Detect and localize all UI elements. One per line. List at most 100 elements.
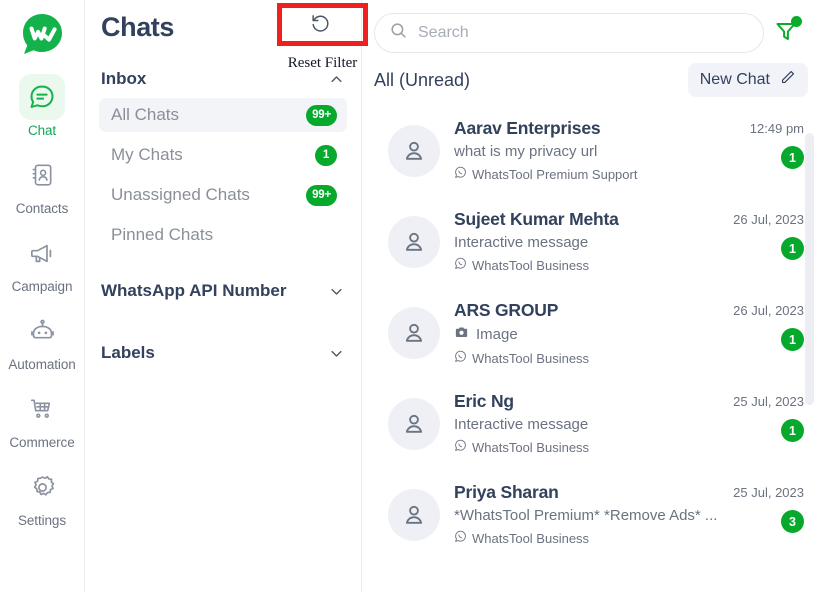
inbox-item-pinned-chats[interactable]: Pinned Chats <box>99 218 347 252</box>
inbox-item-badge: 99+ <box>306 184 337 206</box>
section-title-labels: Labels <box>101 343 155 362</box>
chat-channel-name: WhatsTool Business <box>472 257 590 273</box>
chat-item-body: Sujeet Kumar Mehta Interactive message W… <box>454 206 726 273</box>
inbox-item-my-chats[interactable]: My Chats 1 <box>99 138 347 172</box>
chat-item-body: Eric Ng Interactive message WhatsTool Bu… <box>454 388 726 455</box>
chat-channel-row: WhatsTool Business <box>454 439 726 455</box>
person-avatar-icon <box>388 216 440 268</box>
inbox-item-badge: 99+ <box>306 104 337 126</box>
rail-item-campaign[interactable]: Campaign <box>0 230 85 294</box>
primary-nav-rail: Chat Contacts Campaign Automation Commer… <box>0 0 85 592</box>
chat-channel-row: WhatsTool Business <box>454 530 726 546</box>
chat-contact-name: Priya Sharan <box>454 482 559 502</box>
filter-active-dot <box>791 16 802 27</box>
chat-timestamp: 26 Jul, 2023 <box>733 303 804 318</box>
chevron-down-icon[interactable] <box>329 284 343 298</box>
chat-preview-row: what is my privacy url <box>454 143 726 160</box>
whatstool-logo-icon[interactable] <box>19 12 65 58</box>
chat-list-header: All (Unread) New Chat <box>362 57 822 99</box>
search-icon <box>389 21 408 45</box>
chat-preview-row: *WhatsTool Premium* *Remove Ads* ... <box>454 507 726 524</box>
unread-count-badge: 1 <box>781 328 804 351</box>
inbox-item-label: My Chats <box>111 145 183 164</box>
chat-item-meta: 25 Jul, 2023 3 <box>726 479 804 533</box>
chat-timestamp: 12:49 pm <box>749 121 804 136</box>
new-chat-label: New Chat <box>699 71 770 88</box>
section-header-whatsapp-api-number[interactable]: WhatsApp API Number <box>85 276 361 306</box>
whatsapp-icon <box>454 166 467 182</box>
chat-item-body: Priya Sharan *WhatsTool Premium* *Remove… <box>454 479 726 546</box>
chat-channel-row: WhatsTool Business <box>454 350 726 366</box>
chat-item-meta: 26 Jul, 2023 1 <box>726 297 804 351</box>
inbox-item-label: Unassigned Chats <box>111 185 250 204</box>
section-title-whatsapp-api-number: WhatsApp API Number <box>101 281 287 300</box>
chat-channel-name: WhatsTool Premium Support <box>472 166 638 182</box>
chat-list-item[interactable]: Eric Ng Interactive message WhatsTool Bu… <box>362 378 822 469</box>
chat-contact-name: Sujeet Kumar Mehta <box>454 209 619 229</box>
chat-list-item[interactable]: ARS GROUP Image WhatsTool Business 26 Ju… <box>362 287 822 378</box>
filter-button[interactable] <box>764 13 808 53</box>
chat-list[interactable]: Aarav Enterprises what is my privacy url… <box>362 105 822 592</box>
pencil-edit-icon <box>779 69 796 91</box>
chat-channel-name: WhatsTool Business <box>472 350 590 366</box>
whatsapp-icon <box>454 530 467 546</box>
rail-icon-megaphone <box>19 230 65 276</box>
chat-timestamp: 25 Jul, 2023 <box>733 485 804 500</box>
rail-label-contacts: Contacts <box>15 201 69 216</box>
chat-list-item[interactable]: Priya Sharan *WhatsTool Premium* *Remove… <box>362 469 822 560</box>
person-avatar-icon <box>388 307 440 359</box>
chat-preview-text: Interactive message <box>454 234 589 251</box>
search-row <box>362 0 822 57</box>
rail-item-commerce[interactable]: Commerce <box>0 386 85 450</box>
chat-preview-row: Image <box>454 325 726 344</box>
inbox-item-unassigned-chats[interactable]: Unassigned Chats 99+ <box>99 178 347 212</box>
chat-timestamp: 26 Jul, 2023 <box>733 212 804 227</box>
reset-filter-button[interactable] <box>281 6 361 44</box>
app-window: Chat Contacts Campaign Automation Commer… <box>0 0 822 592</box>
rail-item-chat[interactable]: Chat <box>0 74 85 138</box>
chevron-down-icon[interactable] <box>329 346 343 360</box>
chat-contact-name: Aarav Enterprises <box>454 118 601 138</box>
chat-channel-row: WhatsTool Business <box>454 257 726 273</box>
unread-count-badge: 1 <box>781 146 804 169</box>
section-header-labels[interactable]: Labels <box>85 338 361 368</box>
chat-list-item[interactable]: Aarav Enterprises what is my privacy url… <box>362 105 822 196</box>
chat-item-body: ARS GROUP Image WhatsTool Business <box>454 297 726 366</box>
inbox-item-list: All Chats 99+ My Chats 1 Unassigned Chat… <box>85 94 361 252</box>
rail-item-automation[interactable]: Automation <box>0 308 85 372</box>
chat-preview-row: Interactive message <box>454 416 726 433</box>
person-avatar-icon <box>388 125 440 177</box>
rail-icon-chat-bubble <box>19 74 65 120</box>
whatsapp-icon <box>454 350 467 366</box>
person-avatar-icon <box>388 398 440 450</box>
chat-timestamp: 25 Jul, 2023 <box>733 394 804 409</box>
unread-count-badge: 1 <box>781 419 804 442</box>
inbox-item-all-chats[interactable]: All Chats 99+ <box>99 98 347 132</box>
chat-item-meta: 12:49 pm 1 <box>726 115 804 169</box>
chat-item-body: Aarav Enterprises what is my privacy url… <box>454 115 726 182</box>
chat-preview-text: what is my privacy url <box>454 143 598 160</box>
whatsapp-icon <box>454 439 467 455</box>
page-title: Chats <box>101 12 175 42</box>
new-chat-button[interactable]: New Chat <box>687 63 808 97</box>
rail-label-automation: Automation <box>8 357 76 372</box>
chat-contact-name: ARS GROUP <box>454 300 559 320</box>
person-avatar-icon <box>388 489 440 541</box>
inbox-item-badge: 1 <box>315 144 337 166</box>
chevron-up-icon[interactable] <box>329 72 343 86</box>
chat-preview-text: Image <box>476 326 518 343</box>
search-input[interactable] <box>418 24 749 42</box>
rail-label-campaign: Campaign <box>11 279 73 294</box>
rail-icon-contacts-book <box>19 152 65 198</box>
reset-filter-annotation-label: Reset Filter <box>287 55 358 71</box>
chat-list-scrollbar-thumb[interactable] <box>805 133 814 405</box>
reset-rotate-ccw-icon <box>310 12 332 39</box>
camera-icon <box>454 325 469 344</box>
chat-contact-name: Eric Ng <box>454 391 514 411</box>
search-box[interactable] <box>374 13 764 53</box>
unread-count-badge: 3 <box>781 510 804 533</box>
whatsapp-icon <box>454 257 467 273</box>
rail-item-contacts[interactable]: Contacts <box>0 152 85 216</box>
rail-item-settings[interactable]: Settings <box>0 464 85 528</box>
chat-list-item[interactable]: Sujeet Kumar Mehta Interactive message W… <box>362 196 822 287</box>
